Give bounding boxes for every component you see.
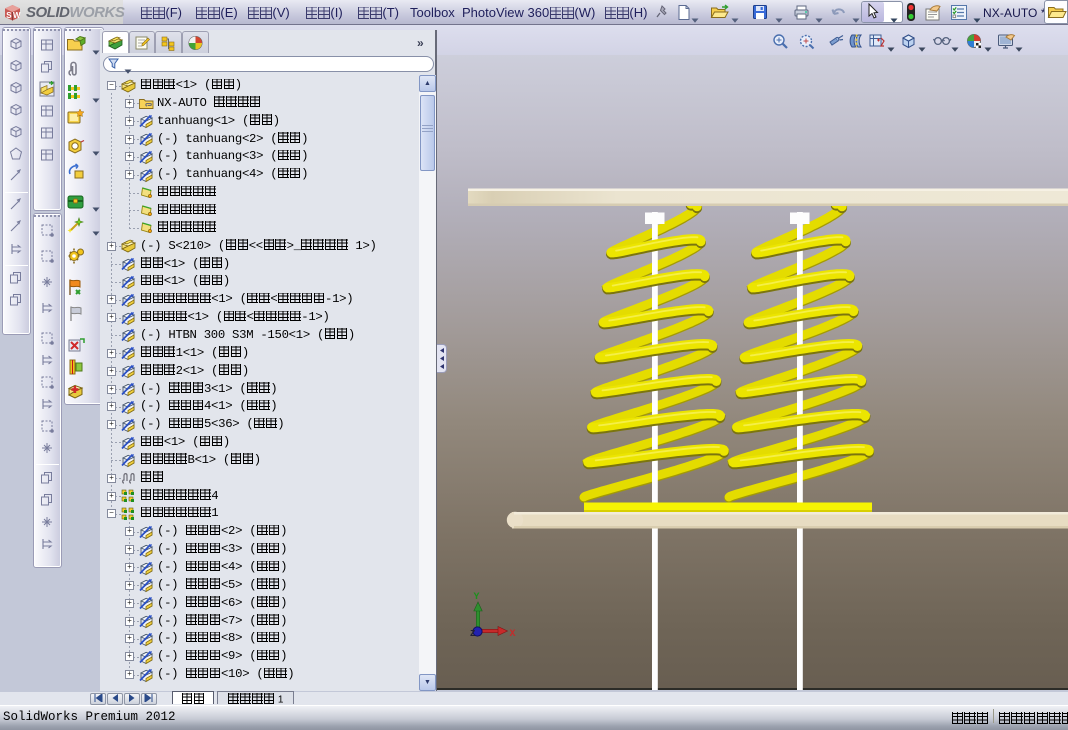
svg-text:S: S <box>6 11 12 20</box>
svg-text:Z: Z <box>470 629 475 639</box>
svg-text:W: W <box>13 11 21 20</box>
svg-text:X: X <box>510 629 516 640</box>
svg-text:Y: Y <box>474 592 480 603</box>
